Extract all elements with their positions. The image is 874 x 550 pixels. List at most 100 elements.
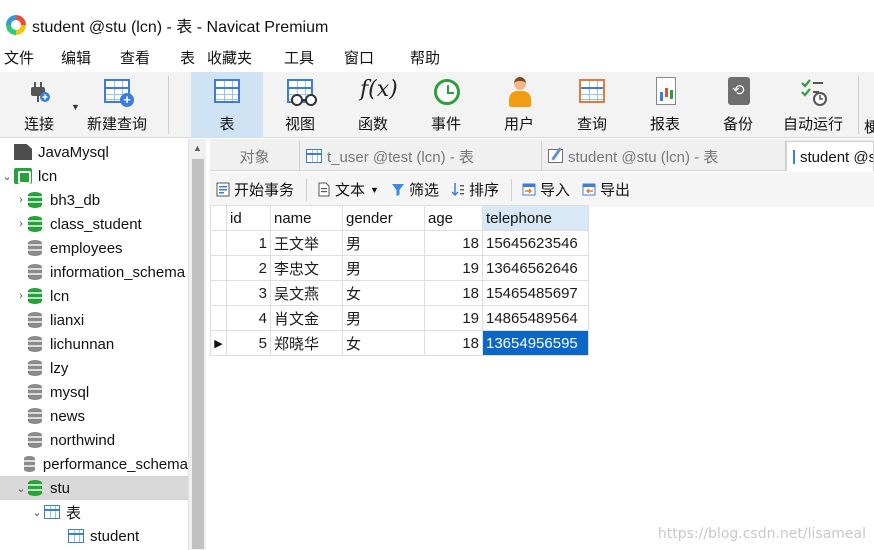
cell-gender[interactable]: 男: [342, 255, 425, 281]
connection-dropdown-caret-icon[interactable]: ▼: [71, 102, 80, 112]
table-row[interactable]: 4 肖文金 男 19 14865489564: [210, 305, 589, 331]
chevron-down-icon[interactable]: ⌄: [30, 506, 44, 519]
cell-telephone[interactable]: 14865489564: [482, 305, 589, 331]
tree-item-northwind[interactable]: northwind: [0, 428, 188, 452]
report-button[interactable]: 报表: [631, 72, 699, 138]
menu-view[interactable]: 查看: [118, 47, 152, 68]
tab-objects[interactable]: 对象: [210, 141, 300, 171]
view-button[interactable]: 视图: [266, 72, 334, 138]
chevron-down-icon[interactable]: ⌄: [14, 482, 28, 495]
new-query-button[interactable]: + 新建查询: [82, 72, 152, 138]
text-view-button[interactable]: 文本 ▼: [317, 179, 379, 200]
automation-button[interactable]: 自动运行: [778, 72, 848, 138]
menu-help[interactable]: 帮助: [408, 47, 442, 68]
row-marker[interactable]: [210, 255, 227, 281]
scrollbar-thumb[interactable]: [192, 159, 204, 549]
column-header-telephone[interactable]: telephone: [482, 205, 589, 231]
tree-item-javamysql[interactable]: JavaMysql: [0, 140, 188, 164]
table-row[interactable]: 2 李忠文 男 19 13646562646: [210, 255, 589, 281]
cell-telephone[interactable]: 15465485697: [482, 280, 589, 306]
begin-transaction-button[interactable]: 开始事务: [216, 179, 294, 200]
table-button[interactable]: 表: [191, 72, 263, 138]
row-marker[interactable]: [210, 305, 227, 331]
column-header-age[interactable]: age: [424, 205, 483, 231]
sidebar-scrollbar[interactable]: ▲: [188, 139, 206, 550]
column-header-name[interactable]: name: [270, 205, 343, 231]
function-button[interactable]: f(x) 函数: [339, 72, 407, 138]
backup-button[interactable]: 备份: [704, 72, 772, 138]
cell-age[interactable]: 18: [424, 330, 483, 356]
cell-age[interactable]: 19: [424, 305, 483, 331]
table-row[interactable]: 3 吴文燕 女 18 15465485697: [210, 280, 589, 306]
import-button[interactable]: 导入: [522, 179, 570, 200]
tree-item-lzy[interactable]: lzy: [0, 356, 188, 380]
clock-icon: [434, 79, 460, 105]
tree-item-tables-folder[interactable]: ⌄ 表: [0, 500, 188, 524]
tab-t-user[interactable]: t_user @test (lcn) - 表: [300, 141, 542, 171]
menu-edit[interactable]: 编辑: [59, 47, 93, 68]
tree-item-student-table[interactable]: student: [0, 524, 188, 548]
cell-name[interactable]: 郑晓华: [270, 330, 343, 356]
tree-item-bh3-db[interactable]: › bh3_db: [0, 188, 188, 212]
menu-file[interactable]: 文件: [2, 47, 36, 68]
column-header-id[interactable]: id: [226, 205, 271, 231]
tree-item-lichunnan[interactable]: lichunnan: [0, 332, 188, 356]
export-button[interactable]: 导出: [582, 179, 630, 200]
cell-id[interactable]: 1: [226, 230, 271, 256]
tree-item-lianxi[interactable]: lianxi: [0, 308, 188, 332]
tree-item-employees[interactable]: employees: [0, 236, 188, 260]
cell-gender[interactable]: 男: [342, 230, 425, 256]
tree-item-news[interactable]: news: [0, 404, 188, 428]
cell-id[interactable]: 4: [226, 305, 271, 331]
cell-name[interactable]: 李忠文: [270, 255, 343, 281]
cell-gender[interactable]: 女: [342, 330, 425, 356]
cell-age[interactable]: 18: [424, 280, 483, 306]
event-button[interactable]: 事件: [412, 72, 480, 138]
cell-name[interactable]: 肖文金: [270, 305, 343, 331]
menu-bar: 文件 编辑 查看 表 收藏夹 工具 窗口 帮助: [0, 42, 874, 72]
tree-item-lcn-connection[interactable]: ⌄ lcn: [0, 164, 188, 188]
scroll-up-arrow-icon[interactable]: ▲: [193, 143, 202, 153]
tree-item-information-schema[interactable]: information_schema: [0, 260, 188, 284]
cell-gender[interactable]: 男: [342, 305, 425, 331]
cell-telephone[interactable]: 15645623546: [482, 230, 589, 256]
chevron-down-icon[interactable]: ⌄: [0, 170, 14, 183]
table-row-current[interactable]: ▶ 5 郑晓华 女 18 13654956595: [210, 330, 589, 356]
cell-id[interactable]: 2: [226, 255, 271, 281]
tab-student-data[interactable]: student @stu (lcn) - 表: [786, 141, 874, 171]
cell-id[interactable]: 3: [226, 280, 271, 306]
row-marker[interactable]: [210, 230, 227, 256]
cell-telephone-selected[interactable]: 13654956595: [482, 330, 589, 356]
cell-name[interactable]: 王文举: [270, 230, 343, 256]
report-chart-icon: [656, 77, 676, 105]
toolbar-separator: [510, 178, 512, 201]
menu-favorites[interactable]: 收藏夹: [205, 47, 254, 68]
chevron-right-icon[interactable]: ›: [14, 194, 28, 206]
chevron-right-icon[interactable]: ›: [14, 290, 28, 302]
user-button[interactable]: 用户: [485, 72, 553, 138]
cell-name[interactable]: 吴文燕: [270, 280, 343, 306]
cell-gender[interactable]: 女: [342, 280, 425, 306]
row-marker[interactable]: [210, 280, 227, 306]
menu-tools[interactable]: 工具: [282, 47, 316, 68]
chevron-right-icon[interactable]: ›: [14, 218, 28, 230]
menu-window[interactable]: 窗口: [342, 47, 376, 68]
filter-button[interactable]: 筛选: [391, 179, 439, 200]
table-row[interactable]: 1 王文举 男 18 15645623546: [210, 230, 589, 256]
current-row-arrow-icon[interactable]: ▶: [210, 330, 227, 356]
menu-table[interactable]: 表: [178, 47, 197, 68]
tree-item-class-student[interactable]: › class_student: [0, 212, 188, 236]
cell-age[interactable]: 19: [424, 255, 483, 281]
tree-item-lcn-db[interactable]: › lcn: [0, 284, 188, 308]
column-header-gender[interactable]: gender: [342, 205, 425, 231]
cell-age[interactable]: 18: [424, 230, 483, 256]
sort-button[interactable]: 排序: [451, 179, 499, 200]
cell-id[interactable]: 5: [226, 330, 271, 356]
tab-student-design[interactable]: student @stu (lcn) - 表: [542, 141, 786, 171]
tree-item-stu[interactable]: ⌄ stu: [0, 476, 188, 500]
connection-button[interactable]: 连接: [6, 72, 72, 138]
cell-telephone[interactable]: 13646562646: [482, 255, 589, 281]
tree-item-performance-schema[interactable]: performance_schema: [0, 452, 188, 476]
tree-item-mysql[interactable]: mysql: [0, 380, 188, 404]
query-button[interactable]: 查询: [558, 72, 626, 138]
